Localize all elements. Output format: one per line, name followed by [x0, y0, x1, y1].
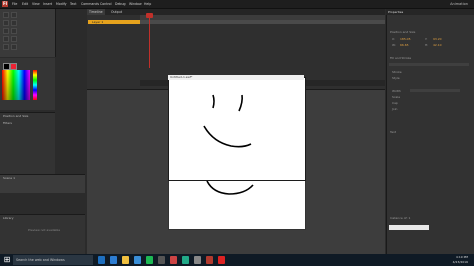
right-eye-stroke [238, 94, 243, 112]
h-value[interactable]: 42.10 [433, 43, 442, 47]
library-panel [0, 214, 85, 255]
fill-stroke-row[interactable] [389, 63, 469, 66]
width-label: Width [392, 89, 401, 93]
app-logo: Fl [2, 1, 8, 7]
playhead-line [149, 13, 150, 68]
left-panel-label: Filters [3, 121, 12, 125]
clock-date: 4/23/2016 [452, 260, 468, 264]
style-label: Style [392, 76, 400, 80]
x-value[interactable]: 185.05 [400, 37, 411, 41]
taskbar-clock[interactable]: 4:19 PM 4/23/2016 [453, 255, 468, 265]
tab-output[interactable]: Output [109, 9, 124, 15]
properties-header: Properties [386, 9, 474, 15]
main-menu: File Edit View Insert Modify Text Commands Cont… [12, 0, 212, 8]
join-label: Join [392, 107, 398, 111]
stroke-label: Stroke [392, 70, 402, 74]
layer-frames[interactable] [140, 20, 385, 24]
instance-label: Instance of: 1 [390, 216, 411, 220]
pen-tool-icon[interactable] [3, 28, 9, 34]
left-eye-stroke [212, 94, 215, 109]
stage-canvas[interactable] [168, 180, 306, 230]
fill-color-swatch[interactable] [10, 63, 17, 70]
y-label: Y: [425, 37, 428, 41]
section-label: Text [390, 130, 397, 134]
windows-start-icon[interactable]: ⊞ [2, 255, 12, 265]
x-label: X: [392, 37, 396, 41]
app-icon[interactable] [182, 256, 189, 264]
menu-item-view[interactable]: View [32, 1, 40, 7]
menu-item-help[interactable]: Help [144, 1, 151, 7]
menu-item-text[interactable]: Text [70, 1, 76, 7]
scene-label[interactable]: Scene 1 [3, 176, 15, 180]
preview-window-title: Untitled-1.swf* [168, 75, 304, 80]
store-icon[interactable] [134, 256, 141, 264]
stroke-color-swatch[interactable] [3, 63, 10, 70]
smile-stroke [203, 125, 252, 148]
file-explorer-icon[interactable] [122, 256, 129, 264]
edge-icon[interactable] [110, 256, 117, 264]
library-preview-empty: Preview not available [28, 228, 61, 232]
text-tool-icon[interactable] [11, 28, 17, 34]
instance-dropdown[interactable] [389, 225, 429, 230]
task-view-icon[interactable] [98, 256, 105, 264]
section-label: Fill and Stroke [390, 56, 412, 60]
left-panel-label: Position and Size [3, 114, 29, 118]
menu-item-debug[interactable]: Debug [115, 1, 125, 7]
spotify-icon[interactable] [146, 256, 153, 264]
swf-preview-window [168, 77, 306, 181]
menu-item-edit[interactable]: Edit [22, 1, 28, 7]
y-value[interactable]: 93.20 [433, 37, 442, 41]
brush-tool-icon[interactable] [3, 36, 9, 42]
menu-item-modify[interactable]: Modify [56, 1, 67, 7]
workspace-selector[interactable]: Animation [450, 1, 468, 7]
tab-timeline[interactable]: Timeline [87, 9, 105, 15]
color-picker-shade [2, 70, 30, 100]
section-label: Position and Size [390, 30, 416, 34]
eraser-tool-icon[interactable] [11, 36, 17, 42]
h-label: H: [425, 43, 429, 47]
hue-slider[interactable] [33, 70, 37, 100]
preview-drawing [203, 94, 252, 148]
hand-tool-icon[interactable] [3, 44, 9, 50]
subselection-tool-icon[interactable] [11, 12, 17, 18]
stage-drawing [206, 180, 254, 195]
smile-stroke-copy [206, 180, 254, 195]
stroke-width-slider[interactable] [410, 89, 460, 92]
layer-name: Layer 1 [92, 20, 104, 24]
menu-item-file[interactable]: File [12, 1, 17, 7]
animate-icon[interactable] [206, 256, 213, 264]
properties-title: Properties [388, 10, 404, 14]
menu-item-control[interactable]: Control [100, 1, 112, 7]
library-tab[interactable]: Library [3, 216, 14, 220]
w-label: W: [392, 43, 396, 47]
menu-item-commands[interactable]: Commands [81, 1, 99, 7]
menu-item-insert[interactable]: Insert [43, 1, 52, 7]
app-icon[interactable] [170, 256, 177, 264]
cap-label: Cap [392, 101, 398, 105]
selection-tool-icon[interactable] [3, 12, 9, 18]
taskbar-search-placeholder: Search the web and Windows [16, 258, 65, 262]
app-icon[interactable] [158, 256, 165, 264]
app-icon[interactable] [194, 256, 201, 264]
zoom-tool-icon[interactable] [11, 44, 17, 50]
lasso-tool-icon[interactable] [11, 20, 17, 26]
free-transform-tool-icon[interactable] [3, 20, 9, 26]
menu-item-window[interactable]: Window [129, 1, 142, 7]
flash-player-icon[interactable] [218, 256, 225, 264]
w-value[interactable]: 66.65 [400, 43, 409, 47]
scale-label: Scale [392, 95, 401, 99]
